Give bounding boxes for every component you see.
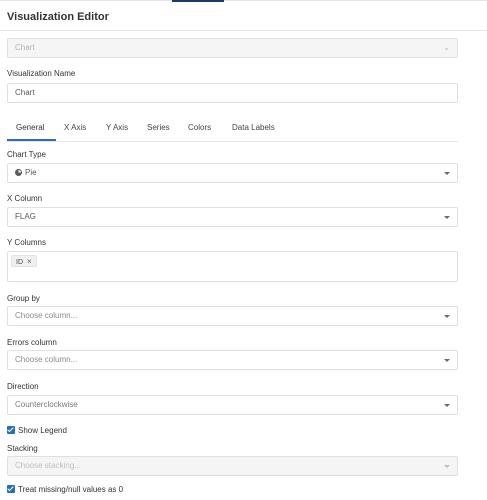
title-divider bbox=[0, 30, 487, 31]
query-result-select[interactable]: Chart ⌄ bbox=[7, 38, 458, 58]
active-tab-indicator bbox=[7, 139, 56, 141]
tab-y-axis[interactable]: Y Axis bbox=[106, 123, 128, 132]
close-icon[interactable]: × bbox=[27, 257, 32, 266]
x-column-select[interactable]: FLAG bbox=[7, 207, 458, 227]
caret-down-icon bbox=[444, 404, 450, 407]
group-by-placeholder: Choose column... bbox=[15, 311, 78, 320]
pie-chart-icon bbox=[15, 169, 22, 176]
caret-down-icon bbox=[444, 359, 450, 362]
stacking-placeholder: Choose stacking... bbox=[15, 461, 81, 470]
show-legend-checkbox[interactable] bbox=[7, 426, 15, 434]
direction-select[interactable]: Counterclockwise bbox=[7, 395, 458, 415]
visualization-name-input[interactable]: Chart bbox=[7, 83, 458, 103]
visualization-editor: Visualization Editor Chart ⌄ Visualizati… bbox=[0, 0, 487, 500]
direction-label: Direction bbox=[7, 382, 39, 391]
chart-type-value: Pie bbox=[25, 168, 37, 177]
stacking-select[interactable]: Choose stacking... bbox=[7, 456, 458, 476]
errors-column-select[interactable]: Choose column... bbox=[7, 350, 458, 370]
show-legend-label: Show Legend bbox=[18, 426, 67, 435]
chevron-down-icon: ⌄ bbox=[443, 43, 450, 52]
page-title: Visualization Editor bbox=[7, 11, 109, 23]
show-legend-row[interactable]: Show Legend bbox=[7, 426, 67, 436]
top-border bbox=[0, 0, 487, 2]
top-accent-mark bbox=[172, 0, 224, 2]
chart-type-label: Chart Type bbox=[7, 150, 46, 159]
treat-missing-checkbox[interactable] bbox=[7, 485, 15, 493]
y-column-tag-label: ID bbox=[16, 259, 23, 266]
y-columns-select[interactable]: ID × bbox=[7, 251, 458, 282]
y-column-tag: ID × bbox=[11, 255, 37, 267]
caret-down-icon bbox=[444, 465, 450, 468]
query-result-value: Chart bbox=[15, 43, 35, 52]
y-columns-label: Y Columns bbox=[7, 238, 46, 247]
tab-x-axis[interactable]: X Axis bbox=[64, 123, 86, 132]
tab-data-labels[interactable]: Data Labels bbox=[232, 123, 275, 132]
group-by-label: Group by bbox=[7, 294, 40, 303]
visualization-name-label: Visualization Name bbox=[7, 69, 76, 78]
treat-missing-label: Treat missing/null values as 0 bbox=[18, 485, 124, 494]
tab-colors[interactable]: Colors bbox=[188, 123, 211, 132]
errors-column-placeholder: Choose column... bbox=[15, 355, 78, 364]
caret-down-icon bbox=[444, 315, 450, 318]
visualization-name-value: Chart bbox=[15, 88, 35, 97]
x-column-value: FLAG bbox=[15, 212, 36, 221]
group-by-select[interactable]: Choose column... bbox=[7, 306, 458, 326]
stacking-label: Stacking bbox=[7, 444, 38, 453]
caret-down-icon bbox=[444, 172, 450, 175]
errors-column-label: Errors column bbox=[7, 338, 57, 347]
direction-value: Counterclockwise bbox=[15, 400, 78, 409]
chart-type-select[interactable]: Pie bbox=[7, 163, 458, 183]
caret-down-icon bbox=[444, 216, 450, 219]
editor-tabs: General X Axis Y Axis Series Colors Data… bbox=[7, 119, 458, 142]
tab-general[interactable]: General bbox=[16, 123, 44, 132]
x-column-label: X Column bbox=[7, 194, 43, 203]
tab-series[interactable]: Series bbox=[147, 123, 170, 132]
treat-missing-row[interactable]: Treat missing/null values as 0 bbox=[7, 485, 123, 495]
